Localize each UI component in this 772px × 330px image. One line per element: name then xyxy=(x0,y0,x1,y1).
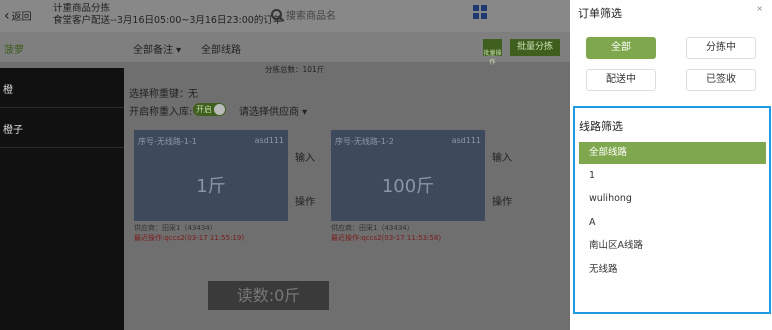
status-delivering-button[interactable]: 配送中 xyxy=(586,69,656,91)
reweigh-key-value[interactable]: 无 xyxy=(188,85,198,100)
route-option[interactable]: A xyxy=(579,212,766,234)
status-all-button[interactable]: 全部 xyxy=(586,37,656,59)
drawer-title: 订单筛选 xyxy=(578,7,622,20)
search-icon xyxy=(271,9,282,20)
route-option[interactable]: 全部线路 xyxy=(579,142,766,164)
close-icon[interactable]: × xyxy=(756,4,763,13)
route-option[interactable]: 1 xyxy=(579,165,766,187)
route-option[interactable]: wulihong xyxy=(579,188,766,210)
card-supplier: 供应商：田采1（43434） xyxy=(134,224,217,232)
back-label: 返回 xyxy=(11,12,32,23)
card-seq: 序号-无线路-1-2 xyxy=(335,137,394,146)
input-button[interactable]: 输入 xyxy=(492,149,512,164)
route-option[interactable]: 无线路 xyxy=(579,259,766,281)
product-list: 橙 橙子 xyxy=(0,68,124,330)
reweigh-key-label: 选择称重键： xyxy=(129,89,189,100)
product-label: 菠萝 xyxy=(4,45,24,56)
card-supplier: 供应商：田采1（43434） xyxy=(331,224,414,232)
action-button[interactable]: 操作 xyxy=(492,193,512,208)
reweigh-inbound-label: 开启称重入库: xyxy=(129,107,193,118)
weigh-card[interactable]: 序号-无线路-1-2 asd111 100斤 xyxy=(331,130,485,221)
title-line1: 计重商品分拣 xyxy=(53,3,111,14)
route-option[interactable]: 南山区A线路 xyxy=(579,235,766,257)
route-dropdown[interactable]: 全部线路 xyxy=(201,41,241,56)
batch-operation-button[interactable]: 批量操作 xyxy=(483,39,502,66)
title-line2: 食堂客户配送--3月16日05:00~3月16日23:00的订单 xyxy=(53,15,283,26)
status-sorting-button[interactable]: 分拣中 xyxy=(686,37,756,59)
list-item[interactable]: 橙子 xyxy=(0,108,124,148)
page-title: 计重商品分拣 食堂客户配送--3月16日05:00~3月16日23:00的订单 xyxy=(53,3,282,27)
grid-icon[interactable] xyxy=(473,5,487,19)
card-weight: 1斤 xyxy=(196,176,226,197)
search-input[interactable]: 搜索商品名 xyxy=(271,7,336,22)
route-filter-title: 线路筛选 xyxy=(579,120,623,133)
chevron-left-icon: ‹ xyxy=(4,7,10,24)
card-last-op: 最近操作:qccs2(03-17 11:53:58) xyxy=(331,234,442,242)
remark-dropdown[interactable]: 全部备注 ▾ xyxy=(133,41,181,56)
search-placeholder: 搜索商品名 xyxy=(286,11,336,22)
list-item[interactable]: 橙 xyxy=(0,68,124,108)
supplier-select[interactable]: 请选择供应商 ▾ xyxy=(239,103,307,118)
status-signed-button[interactable]: 已签收 xyxy=(686,69,756,91)
action-button[interactable]: 操作 xyxy=(295,193,315,208)
inbound-toggle[interactable]: 开启 xyxy=(193,103,226,116)
weigh-card[interactable]: 序号-无线路-1-1 asd111 1斤 xyxy=(134,130,288,221)
back-button[interactable]: ‹ 返回 xyxy=(4,7,32,24)
card-last-op: 最近操作:qccs2(03-17 11:55:19) xyxy=(134,234,245,242)
scale-reading: 读数:0斤 xyxy=(208,281,329,310)
card-seq: 序号-无线路-1-1 xyxy=(138,137,197,146)
route-filter-panel: 线路筛选 全部线路 1 wulihong A 南山区A线路 无线路 xyxy=(573,106,771,314)
card-code: asd111 xyxy=(254,136,284,145)
sort-total: 分拣总数：101斤 xyxy=(265,65,325,74)
input-button[interactable]: 输入 xyxy=(295,149,315,164)
batch-sort-button[interactable]: 批量分拣 xyxy=(510,39,560,56)
card-code: asd111 xyxy=(451,136,481,145)
card-weight: 100斤 xyxy=(381,176,435,197)
